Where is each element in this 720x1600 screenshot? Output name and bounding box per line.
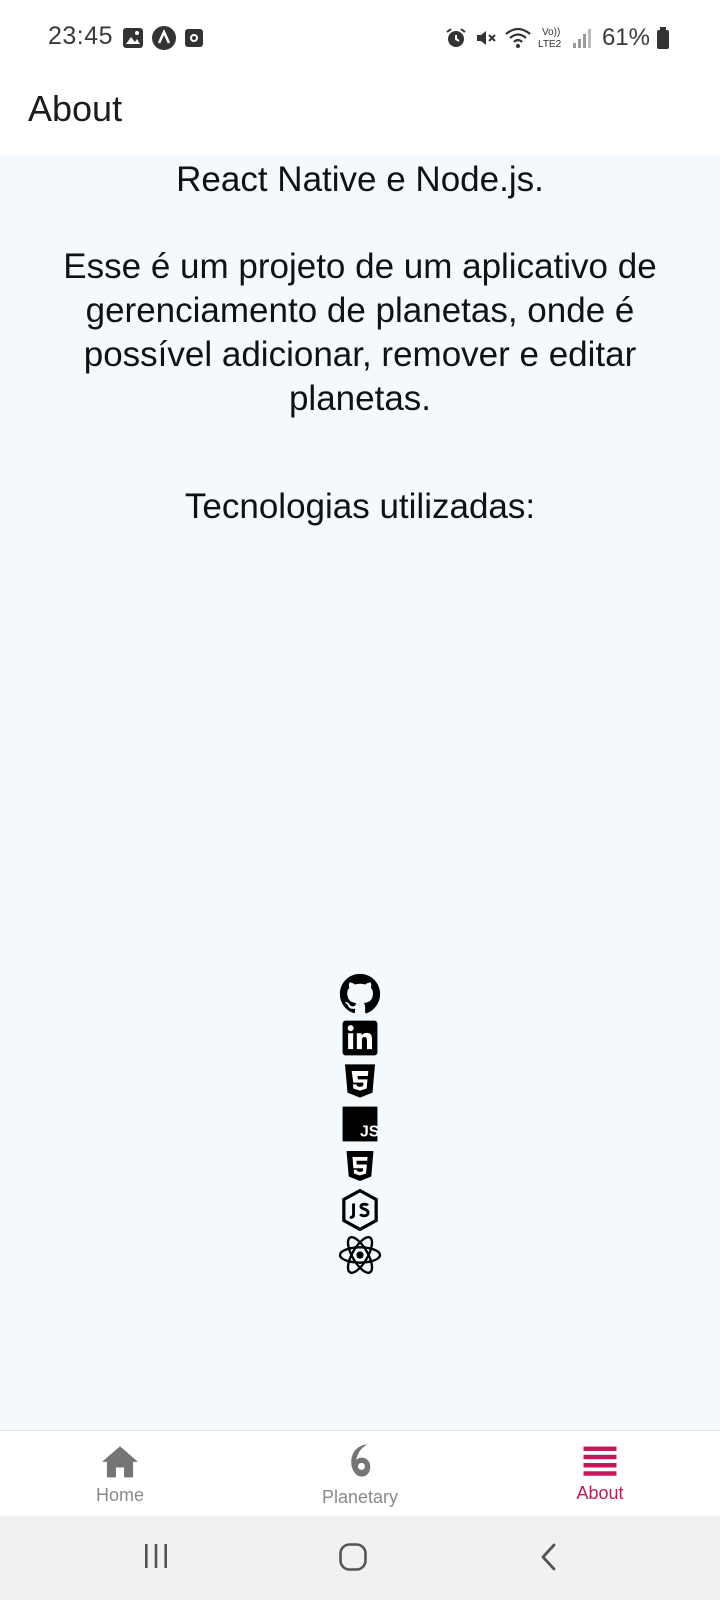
css3-icon: [345, 1064, 375, 1098]
about-content: React Native e Node.js. Esse é um projet…: [0, 155, 720, 1430]
app-a-icon: [152, 26, 176, 50]
react-icon: [338, 1236, 382, 1274]
planetary-icon: [351, 1444, 371, 1477]
volte-lte2-icon: Vo))LTE2: [538, 27, 562, 50]
svg-text:Vo)): Vo)): [542, 27, 560, 38]
linkedin-icon: [342, 1020, 378, 1056]
home-button[interactable]: [338, 1542, 368, 1572]
nodejs-icon: [342, 1189, 378, 1231]
javascript-icon: JS: [342, 1106, 379, 1142]
bottom-tab-bar: Home Planetary About: [0, 1430, 720, 1516]
menu-icon: [583, 1446, 617, 1476]
github-icon: [339, 973, 381, 1014]
tab-planetary[interactable]: Planetary: [240, 1431, 480, 1516]
back-button[interactable]: [538, 1542, 560, 1572]
tab-home[interactable]: Home: [0, 1431, 240, 1516]
battery-icon: [657, 27, 669, 49]
status-bar: 23:45 Vo)) LTE2 61%: [0, 0, 720, 76]
technologies-heading: Tecnologias utilizadas:: [184, 487, 536, 526]
technology-icons: JS: [337, 973, 383, 1275]
battery-percent: 61%: [601, 24, 650, 51]
tab-planetary-label: Planetary: [321, 1487, 399, 1507]
wifi-icon: [505, 27, 531, 48]
signal-icon: [572, 29, 591, 48]
system-nav-bar: [0, 1516, 720, 1600]
record-icon: [185, 29, 203, 47]
mute-icon: [476, 31, 496, 45]
page-title: About: [28, 88, 123, 129]
javascript-label: JS: [360, 1124, 379, 1141]
html5-icon: [346, 1151, 374, 1181]
gallery-icon: [123, 28, 143, 48]
alarm-icon: [446, 28, 466, 47]
status-time: 23:45: [48, 22, 114, 50]
tab-about[interactable]: About: [480, 1431, 720, 1516]
recents-button[interactable]: [142, 1542, 170, 1570]
description-paragraph: Esse é um projeto de um aplicativo de ge…: [63, 247, 657, 418]
svg-text:LTE2: LTE2: [538, 39, 562, 50]
intro-line: React Native e Node.js.: [176, 160, 544, 199]
home-icon: [102, 1446, 138, 1478]
tab-about-label: About: [576, 1483, 624, 1503]
tab-home-label: Home: [95, 1485, 144, 1505]
app-header: About: [0, 76, 720, 155]
